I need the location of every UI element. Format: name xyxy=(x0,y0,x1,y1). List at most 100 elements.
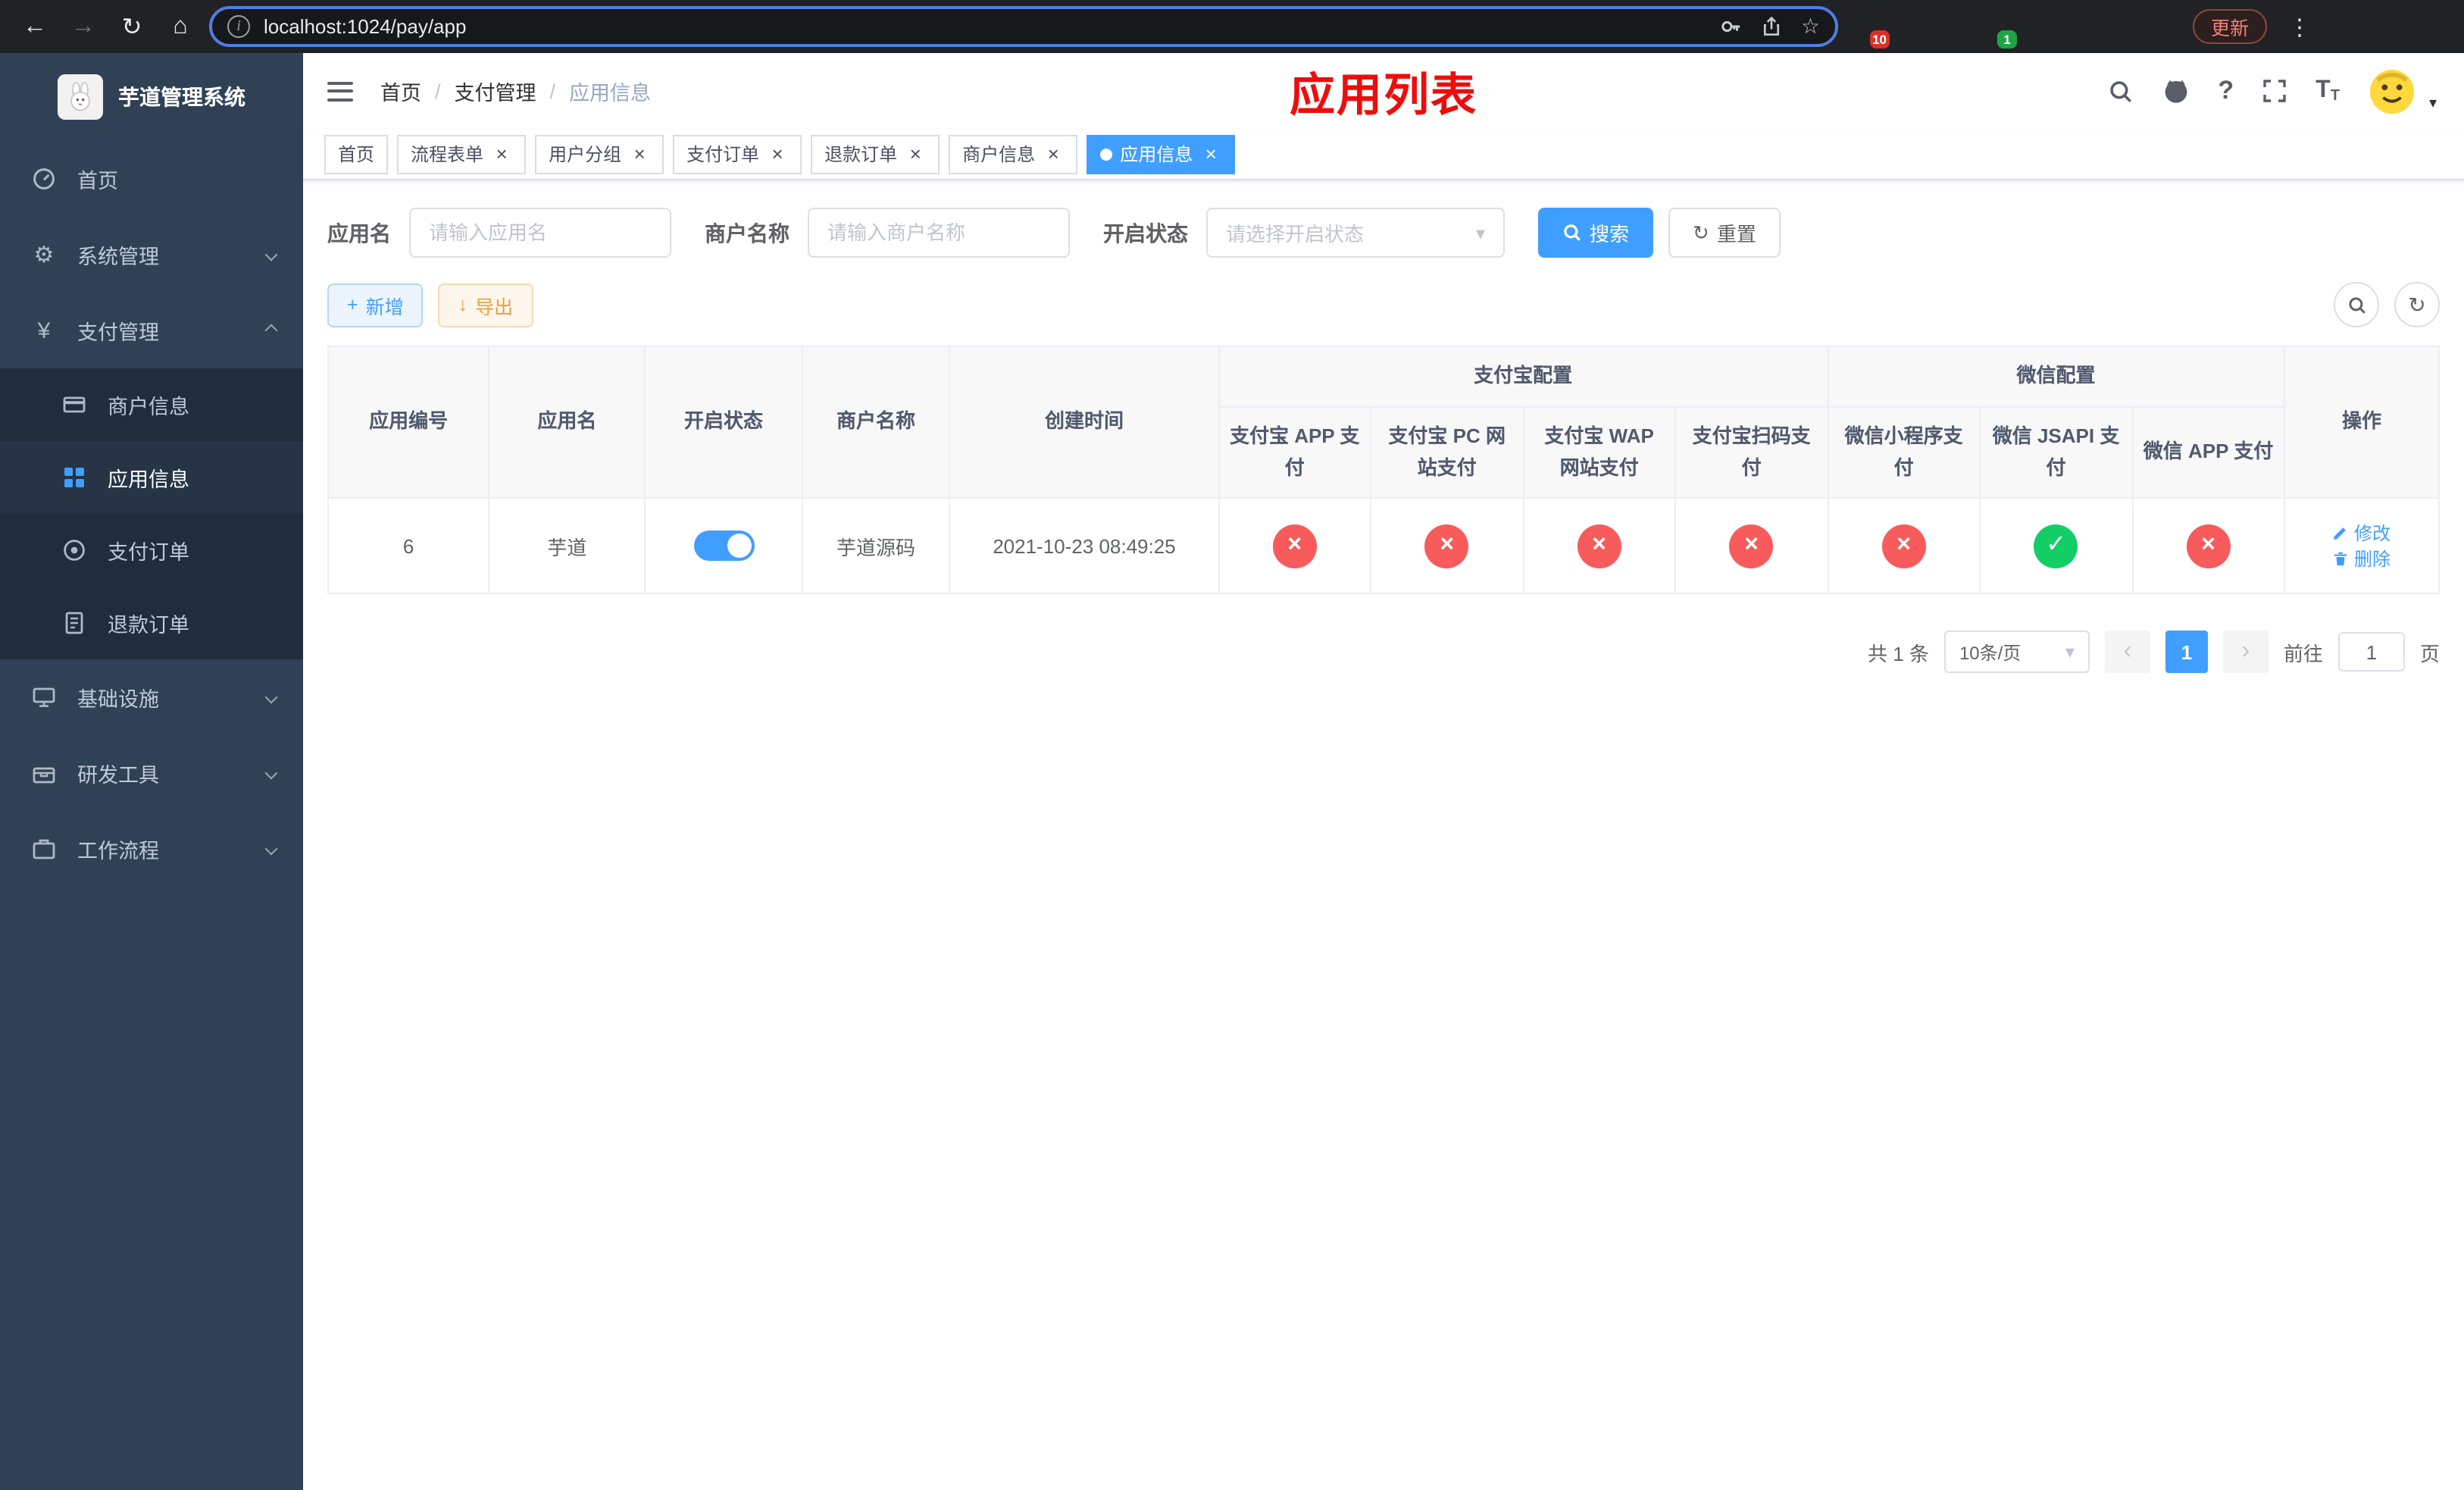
extension-orange-icon[interactable] xyxy=(2150,13,2178,40)
close-icon[interactable]: × xyxy=(905,143,926,164)
extension-dark-icon[interactable] xyxy=(1938,13,1965,40)
edit-button[interactable]: 修改 xyxy=(2333,521,2391,546)
sidebar-item-pay-order[interactable]: 支付订单 xyxy=(0,514,303,587)
share-icon[interactable] xyxy=(1762,15,1783,38)
sidebar-item-label: 退款订单 xyxy=(108,614,189,637)
app-name-input[interactable] xyxy=(409,208,671,258)
tab-pay-order[interactable]: 支付订单 × xyxy=(673,134,802,174)
breadcrumb-home[interactable]: 首页 xyxy=(380,76,421,106)
sidebar-item-payment[interactable]: ¥ 支付管理 xyxy=(0,293,303,368)
export-button[interactable]: ↓ 导出 xyxy=(438,283,533,327)
status-toggle[interactable] xyxy=(693,531,754,562)
sidebar-item-dev-tools[interactable]: 研发工具 xyxy=(0,735,303,811)
sidebar-item-system[interactable]: ⚙ 系统管理 xyxy=(0,217,303,293)
filter-form: 应用名 商户名称 开启状态 请选择开启状态 ▾ 搜索 xyxy=(327,208,2440,258)
browser-back-icon[interactable]: ← xyxy=(15,7,55,46)
app-window: 芋道管理系统 首页 ⚙ 系统管理 ¥ 支付管理 商户信息 应用信息 支付订单 退… xyxy=(0,53,2464,1490)
breadcrumb-payment[interactable]: 支付管理 xyxy=(455,76,536,106)
chevron-down-icon: ▾ xyxy=(1475,222,1485,243)
extension-green-circle-icon[interactable] xyxy=(2023,13,2050,40)
search-button[interactable]: 搜索 xyxy=(1538,208,1654,258)
sidebar-item-merchant-info[interactable]: 商户信息 xyxy=(0,368,303,441)
top-navbar: 首页 / 支付管理 / 应用信息 应用列表 ? T T ▾ xyxy=(303,53,2464,129)
page-title-annotation: 应用列表 xyxy=(1290,71,1477,121)
close-icon[interactable]: × xyxy=(491,143,512,164)
tab-refund-order[interactable]: 退款订单 × xyxy=(811,134,940,174)
sidebar-item-infra[interactable]: 基础设施 xyxy=(0,659,303,735)
breadcrumb: 首页 / 支付管理 / 应用信息 xyxy=(380,76,651,106)
sidebar-item-workflow[interactable]: 工作流程 xyxy=(0,811,303,887)
payment-submenu: 商户信息 应用信息 支付订单 退款订单 xyxy=(0,368,303,659)
browser-update-button[interactable]: 更新 xyxy=(2193,9,2268,44)
browser-menu-icon[interactable]: ⋮ xyxy=(2282,13,2317,40)
help-icon[interactable]: ? xyxy=(2218,76,2234,106)
tab-home[interactable]: 首页 xyxy=(324,134,389,174)
browser-forward-icon[interactable]: → xyxy=(64,7,103,46)
bookmark-star-icon[interactable]: ☆ xyxy=(1801,14,1820,39)
avatar-caret-icon[interactable]: ▾ xyxy=(2429,95,2437,111)
sidebar-item-home[interactable]: 首页 xyxy=(0,141,303,217)
refresh-icon: ↻ xyxy=(1693,221,1709,243)
sidebar-menu: 首页 ⚙ 系统管理 ¥ 支付管理 商户信息 应用信息 支付订单 退款订单 基础设… xyxy=(0,141,303,887)
extension-gray-icon[interactable] xyxy=(2108,13,2135,40)
refresh-icon: ↻ xyxy=(2408,292,2426,316)
col-header-status: 开启状态 xyxy=(644,345,803,499)
goto-page-input[interactable] xyxy=(2337,632,2405,672)
delete-button[interactable]: 删除 xyxy=(2333,546,2391,572)
password-key-icon[interactable] xyxy=(1721,15,1743,38)
extension-badge: 10 xyxy=(1869,30,1890,48)
status-icon: × xyxy=(1881,524,1926,568)
toggle-search-button[interactable] xyxy=(2334,282,2379,327)
site-info-icon[interactable]: i xyxy=(227,15,250,38)
search-icon[interactable] xyxy=(2107,78,2133,104)
tab-app-info[interactable]: 应用信息 × xyxy=(1087,134,1236,174)
page-size-select[interactable]: 10条/页 ▾ xyxy=(1943,631,2090,674)
tab-user-group[interactable]: 用户分组 × xyxy=(535,134,664,174)
pagination: 共 1 条 10条/页 ▾ ‹ 1 › 前往 页 xyxy=(327,631,2440,674)
sidebar-item-label: 基础设施 xyxy=(77,688,159,711)
fullscreen-icon[interactable] xyxy=(2262,79,2287,103)
browser-home-icon[interactable]: ⌂ xyxy=(161,7,200,46)
github-icon[interactable] xyxy=(2162,77,2189,105)
cell-id: 6 xyxy=(327,497,490,595)
chevron-down-icon xyxy=(264,248,278,261)
font-size-icon[interactable]: TT xyxy=(2315,77,2340,105)
refresh-table-button[interactable]: ↻ xyxy=(2394,282,2440,327)
tab-process-form[interactable]: 流程表单 × xyxy=(397,134,527,174)
table-toolbar: + 新增 ↓ 导出 ↻ xyxy=(327,282,2440,327)
avatar[interactable] xyxy=(2369,67,2416,114)
table-row: 6 芋道 芋道源码 2021-10-23 08:49:25 × × × × × xyxy=(327,497,2440,595)
browser-profile-icon[interactable]: 1 xyxy=(1981,13,2017,48)
close-icon[interactable]: × xyxy=(1200,143,1221,164)
close-icon[interactable]: × xyxy=(1043,143,1064,164)
reset-button[interactable]: ↻ 重置 xyxy=(1668,208,1781,258)
browser-toolbar: ← → ↻ ⌂ i localhost:1024/pay/app ☆ 10 1 … xyxy=(0,0,2464,53)
sidebar-collapse-icon[interactable] xyxy=(324,75,356,107)
sidebar-item-label: 支付订单 xyxy=(108,541,189,564)
next-page-button[interactable]: › xyxy=(2222,631,2269,674)
merchant-name-input[interactable] xyxy=(808,208,1070,258)
extension-grid-icon[interactable]: 10 xyxy=(1853,13,1890,48)
search-icon xyxy=(2348,296,2365,313)
address-bar[interactable]: i localhost:1024/pay/app ☆ xyxy=(209,6,1838,47)
page-unit-label: 页 xyxy=(2419,642,2440,665)
browser-reload-icon[interactable]: ↻ xyxy=(112,7,152,46)
grid-icon xyxy=(61,465,88,490)
prev-page-button[interactable]: ‹ xyxy=(2104,631,2150,674)
extension-diamond-icon[interactable] xyxy=(1896,13,1923,40)
status-select[interactable]: 请选择开启状态 ▾ xyxy=(1206,208,1505,258)
url-text: localhost:1024/pay/app xyxy=(264,15,467,38)
sidebar-item-label: 工作流程 xyxy=(77,840,159,862)
tab-merchant-info[interactable]: 商户信息 × xyxy=(949,134,1078,174)
sidebar-item-refund-order[interactable]: 退款订单 xyxy=(0,587,303,659)
extension-green-square-icon[interactable] xyxy=(2065,13,2093,40)
col-header-created: 创建时间 xyxy=(949,345,1220,499)
page-number-button[interactable]: 1 xyxy=(2165,631,2208,674)
app-logo[interactable]: 芋道管理系统 xyxy=(0,53,303,141)
sidebar-item-label: 支付管理 xyxy=(77,321,159,344)
add-button[interactable]: + 新增 xyxy=(327,283,424,327)
col-header-wx-app: 微信 APP 支付 xyxy=(2131,405,2286,499)
sidebar-item-app-info[interactable]: 应用信息 xyxy=(0,441,303,514)
close-icon[interactable]: × xyxy=(629,143,650,164)
close-icon[interactable]: × xyxy=(767,143,788,164)
